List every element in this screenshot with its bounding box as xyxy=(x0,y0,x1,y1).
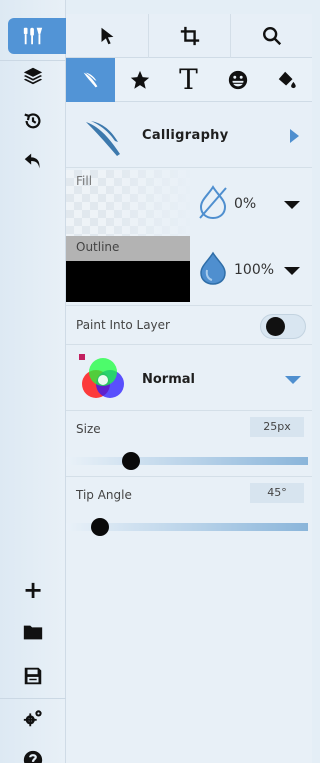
chevron-down-icon xyxy=(284,267,300,275)
blend-mode-dropdown[interactable]: Normal xyxy=(66,345,312,411)
size-value[interactable]: 25px xyxy=(250,417,304,437)
tip-angle-slider-thumb[interactable] xyxy=(91,518,109,536)
undo-icon xyxy=(24,153,40,169)
brush-tool-button[interactable] xyxy=(66,58,115,102)
shape-tool-button[interactable] xyxy=(115,58,164,102)
add-button[interactable]: + xyxy=(0,570,66,610)
left-rail: + xyxy=(0,0,76,763)
paint-bucket-icon xyxy=(278,71,296,89)
size-slider-thumb[interactable] xyxy=(122,452,140,470)
cursor-icon xyxy=(101,27,114,45)
select-tool-button[interactable] xyxy=(66,14,148,58)
brushes-icon xyxy=(23,27,43,45)
rail-brushes-button[interactable] xyxy=(0,14,76,58)
chevron-down-icon xyxy=(285,376,301,384)
brush-selector[interactable]: Calligraphy xyxy=(66,102,312,168)
transparent-drop-icon xyxy=(199,185,227,220)
fill-opacity-dropdown[interactable]: 0% xyxy=(196,178,312,228)
text-tool-button[interactable]: T xyxy=(164,58,213,102)
add-icon: + xyxy=(22,576,44,604)
paint-into-layer-row: Paint Into Layer xyxy=(66,305,312,345)
tip-angle-value[interactable]: 45° xyxy=(250,483,304,503)
main-toolbar xyxy=(66,14,312,58)
zoom-tool-button[interactable] xyxy=(230,14,312,58)
crop-tool-button[interactable] xyxy=(148,14,230,58)
size-label: Size xyxy=(76,422,101,436)
fill-opacity-value: 0% xyxy=(234,196,257,212)
emoji-icon xyxy=(228,70,247,90)
calligraphy-brush-icon xyxy=(83,72,97,88)
fill-color-swatch[interactable]: Fill xyxy=(66,170,190,236)
drop-icon xyxy=(200,251,226,285)
save-icon xyxy=(24,667,42,685)
tip-angle-label: Tip Angle xyxy=(76,488,132,502)
history-icon xyxy=(24,113,41,129)
draw-toolbar: T xyxy=(66,58,312,102)
brush-name: Calligraphy xyxy=(142,128,229,143)
toggle-knob xyxy=(266,317,285,336)
search-icon xyxy=(262,27,281,46)
crop-icon xyxy=(180,26,199,46)
help-icon xyxy=(23,750,43,763)
history-button[interactable] xyxy=(0,101,66,141)
settings-button[interactable] xyxy=(0,698,66,738)
outline-opacity-value: 100% xyxy=(234,262,275,278)
sticker-tool-button[interactable] xyxy=(213,58,262,102)
fill-label: Fill xyxy=(76,174,93,188)
text-icon: T xyxy=(179,63,198,96)
fill-tool-button[interactable] xyxy=(262,58,311,102)
layers-button[interactable] xyxy=(0,56,66,96)
chevron-down-icon xyxy=(284,201,300,209)
outline-color-swatch[interactable]: Outline xyxy=(66,236,190,302)
open-button[interactable] xyxy=(0,612,66,652)
tip-angle-slider-row: Tip Angle 45° xyxy=(66,476,312,542)
chevron-right-icon xyxy=(290,129,299,143)
star-icon xyxy=(130,70,149,89)
save-button[interactable] xyxy=(0,656,66,696)
brush-properties-panel: Calligraphy Fill 0% Outline 100% Paint I… xyxy=(66,102,312,763)
size-slider-row: Size 25px xyxy=(66,410,312,476)
undo-button[interactable] xyxy=(0,141,66,181)
paint-into-layer-toggle[interactable] xyxy=(260,314,306,339)
size-slider-track[interactable] xyxy=(66,457,308,465)
settings-icon xyxy=(23,710,42,727)
blend-mode-icon xyxy=(79,354,124,398)
outline-label: Outline xyxy=(76,240,120,254)
blend-mode-value: Normal xyxy=(142,372,195,387)
help-button[interactable] xyxy=(0,740,66,763)
layers-icon xyxy=(23,67,43,85)
calligraphy-brush-icon xyxy=(86,121,120,156)
outline-opacity-dropdown[interactable]: 100% xyxy=(196,244,312,294)
paint-into-layer-label: Paint Into Layer xyxy=(76,318,170,332)
folder-icon xyxy=(23,625,43,640)
